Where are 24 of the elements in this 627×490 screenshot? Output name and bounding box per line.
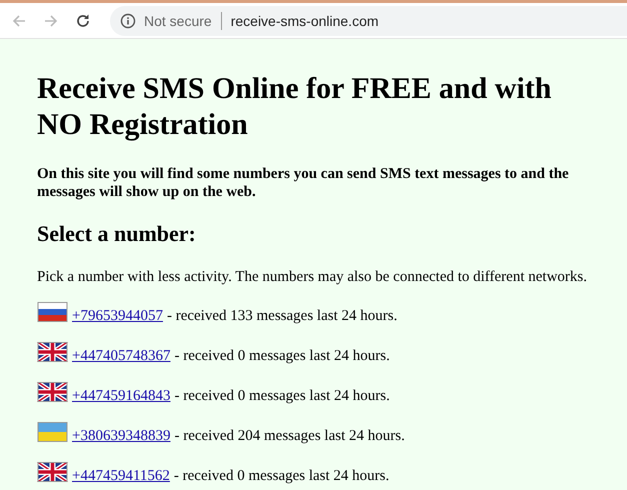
info-icon[interactable] (120, 12, 136, 28)
phone-number-link[interactable]: +79653944057 (72, 308, 163, 325)
reload-icon[interactable] (75, 12, 91, 28)
message-count-text: - received 133 messages last 24 hours. (166, 308, 398, 325)
section-heading: Select a number: (37, 220, 197, 248)
page-heading: Receive SMS Online for FREE and with NO Registration (37, 71, 552, 143)
message-count-text: - received 0 messages last 24 hours. (174, 468, 390, 485)
phone-number-link[interactable]: +380639348839 (72, 428, 170, 445)
note-text: Pick a number with less activity. The numbers may also be connected to different networks. (37, 269, 588, 286)
flag-icon (37, 422, 68, 442)
flag-icon (37, 462, 68, 482)
phone-number-link[interactable]: +447405748367 (72, 348, 170, 365)
flag-icon (37, 382, 68, 402)
intro-text: On this site you will find some numbers you can send SMS text messages to and the messages will show up on the web. (37, 165, 570, 201)
url-text: receive-sms-online.com (230, 12, 379, 28)
security-label: Not secure (144, 12, 212, 28)
flag-icon (37, 342, 68, 362)
address-bar[interactable]: Not secure receive-sms-online.com (110, 6, 627, 36)
message-count-text: - received 0 messages last 24 hours. (174, 348, 390, 365)
phone-number-link[interactable]: +447459411562 (72, 468, 170, 485)
message-count-text: - received 0 messages last 24 hours. (174, 388, 390, 405)
phone-number-link[interactable]: +447459164843 (72, 388, 170, 405)
flag-icon (37, 302, 68, 322)
message-count-text: - received 204 messages last 24 hours. (174, 428, 405, 445)
